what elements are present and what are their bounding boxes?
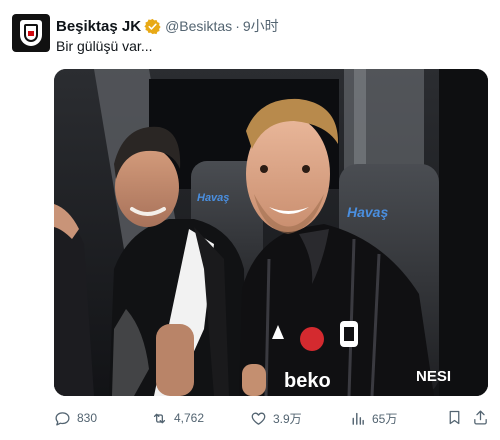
retweet-button[interactable]: 4,762	[151, 404, 204, 432]
views-button[interactable]: 65万	[349, 404, 397, 432]
views-chart-icon	[352, 412, 364, 425]
seat-logo-right: Havaş	[347, 204, 388, 220]
profile-avatar[interactable]	[12, 14, 50, 52]
tweet-text: Bir gülüşü var...	[56, 38, 153, 54]
jersey-sponsor: beko	[284, 370, 331, 392]
retweet-count: 4,762	[174, 411, 205, 425]
bookmark-icon[interactable]	[446, 409, 463, 426]
seat-logo-left: Havaş	[197, 192, 229, 204]
share-icon[interactable]	[472, 409, 489, 426]
tweet-timestamp[interactable]: 9小时	[243, 16, 279, 36]
reply-count: 830	[77, 411, 98, 425]
like-count: 3.9万	[273, 411, 302, 426]
retweet-icon	[153, 413, 166, 423]
besiktas-crest-icon	[20, 20, 42, 46]
heart-icon	[251, 412, 266, 425]
separator-dot: ·	[235, 18, 240, 34]
verified-badge-icon	[144, 18, 161, 35]
account-handle[interactable]: @Besiktas	[165, 18, 232, 34]
photo-scene: Havaş Havaş beko NESI	[54, 69, 488, 396]
tweet-photo[interactable]: Havaş Havaş beko NESI	[54, 69, 488, 396]
tweet-actions: 830 4,762 3.9万 65万	[54, 404, 488, 432]
reply-button[interactable]: 830	[54, 404, 97, 432]
reply-icon	[55, 411, 70, 426]
account-name[interactable]: Beşiktaş JK	[56, 18, 141, 35]
tweet-header: Beşiktaş JK @Besiktas · 9小时	[56, 16, 279, 36]
views-count: 65万	[372, 411, 398, 426]
sleeve-sponsor: NESI	[416, 368, 451, 385]
like-button[interactable]: 3.9万	[250, 404, 302, 432]
tweet-card[interactable]: Beşiktaş JK @Besiktas · 9小时 Bir gülüşü v…	[0, 0, 500, 440]
